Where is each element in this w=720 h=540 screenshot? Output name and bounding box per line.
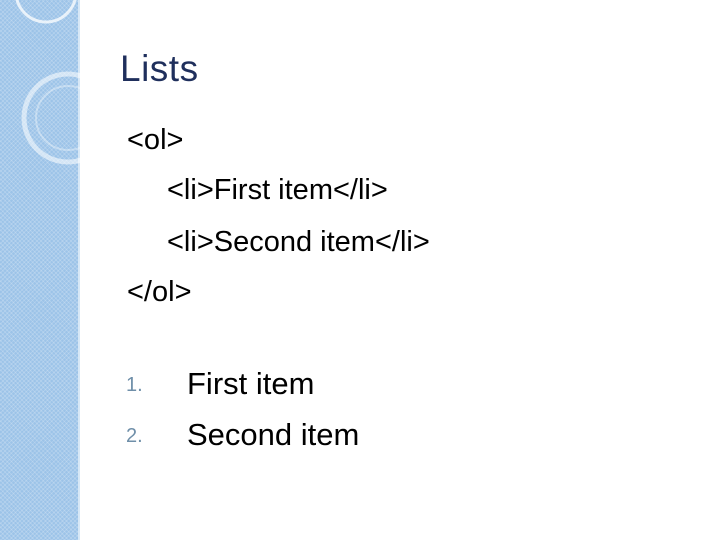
decorative-circles	[15, 0, 115, 165]
decorative-circle-small	[15, 0, 77, 24]
slide-title: Lists	[120, 48, 199, 89]
list-item: 1. First item	[0, 366, 600, 406]
decorative-circle-inner	[35, 85, 101, 151]
code-line-li-first: <li>First item</li>	[167, 174, 388, 206]
list-item-text: First item	[187, 366, 315, 401]
code-line-ol-open: <ol>	[127, 124, 184, 156]
code-line-ol-close: </ol>	[127, 276, 192, 308]
list-item: 2. Second item	[0, 417, 600, 457]
list-item-text: Second item	[187, 417, 360, 452]
code-line-li-second: <li>Second item</li>	[167, 226, 430, 258]
list-item-number: 2.	[126, 425, 143, 447]
decorative-circle-large	[21, 71, 115, 165]
list-item-number: 1.	[126, 374, 143, 396]
